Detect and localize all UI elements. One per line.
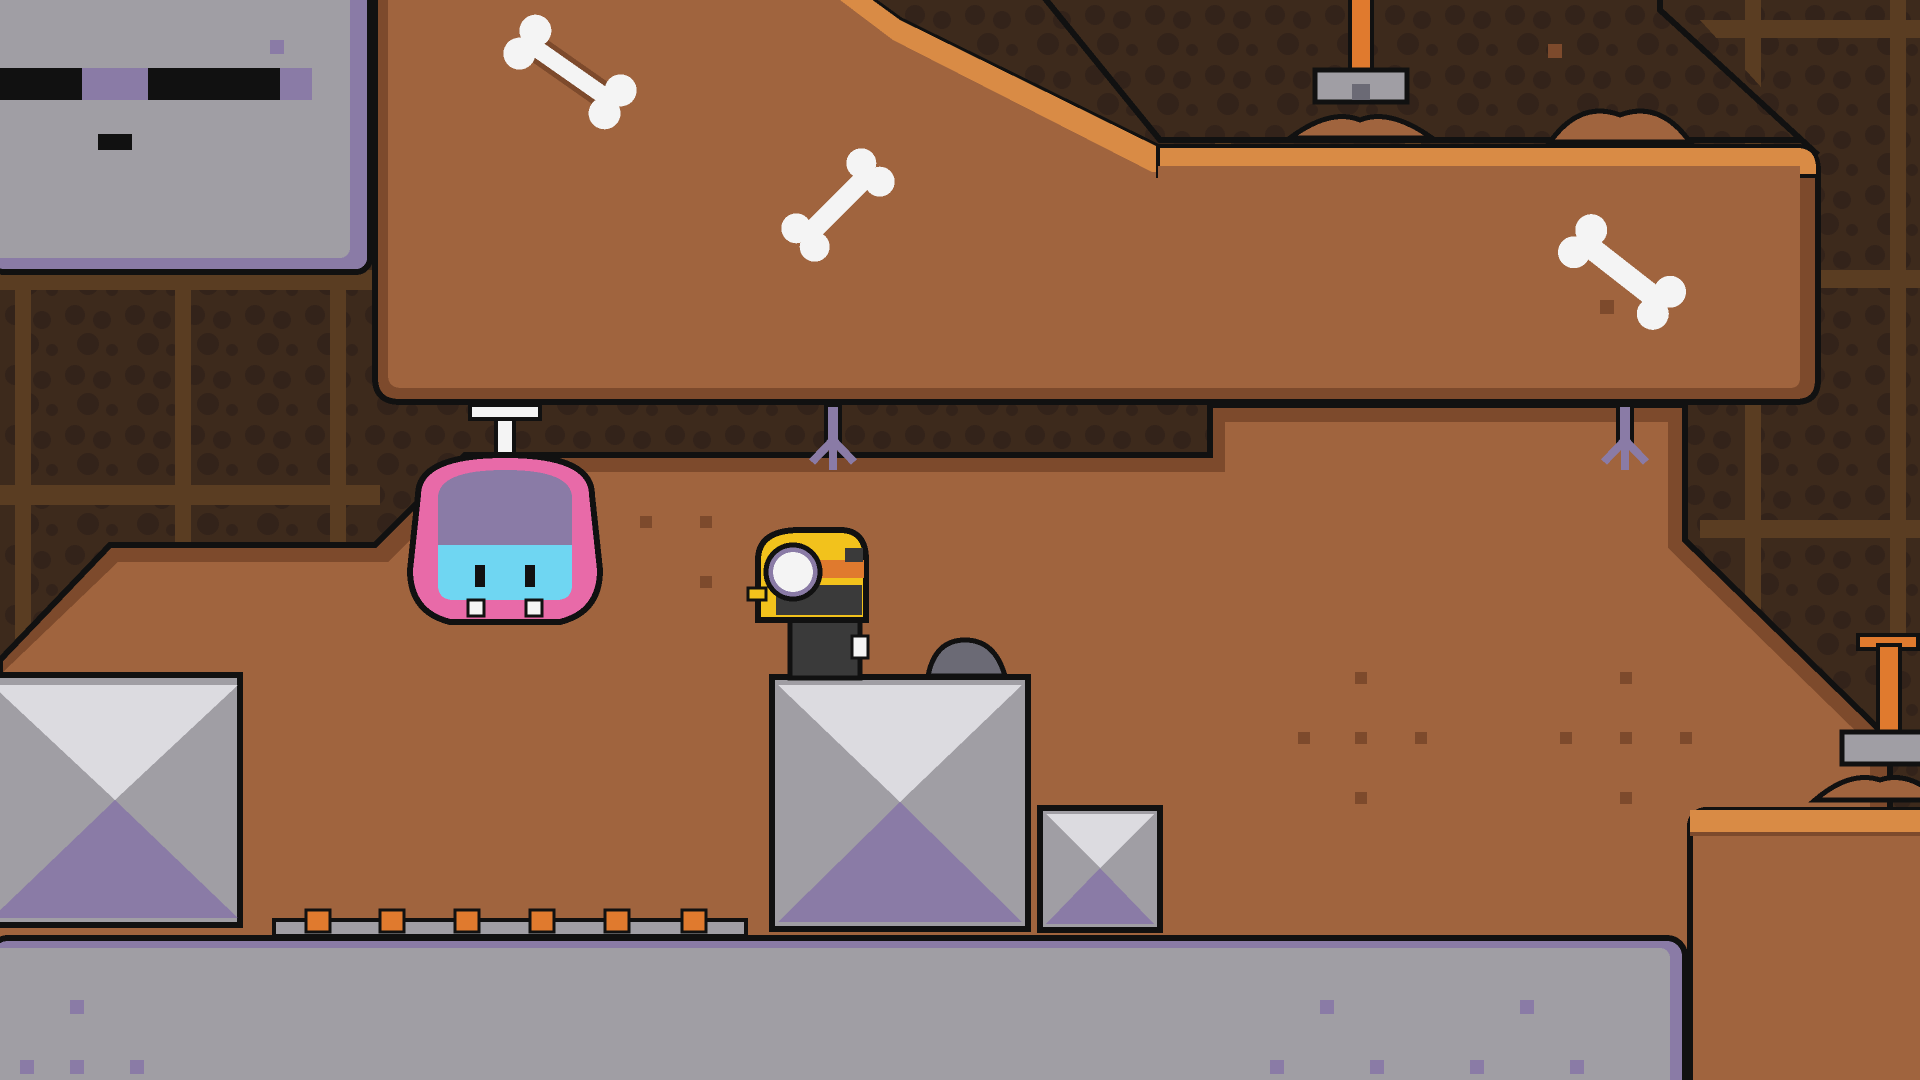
game-screen[interactable] [0,0,1920,1080]
stone-crate-left [0,672,243,928]
stone-crate-small [1037,805,1163,933]
stone-floor [0,935,1688,1080]
stone-block-top-left [0,0,373,275]
stone-crate-center [769,674,1031,932]
dirt-pillar-right [1687,807,1920,1080]
game-scene [0,0,1920,1080]
dirt-ceiling [372,0,1821,405]
